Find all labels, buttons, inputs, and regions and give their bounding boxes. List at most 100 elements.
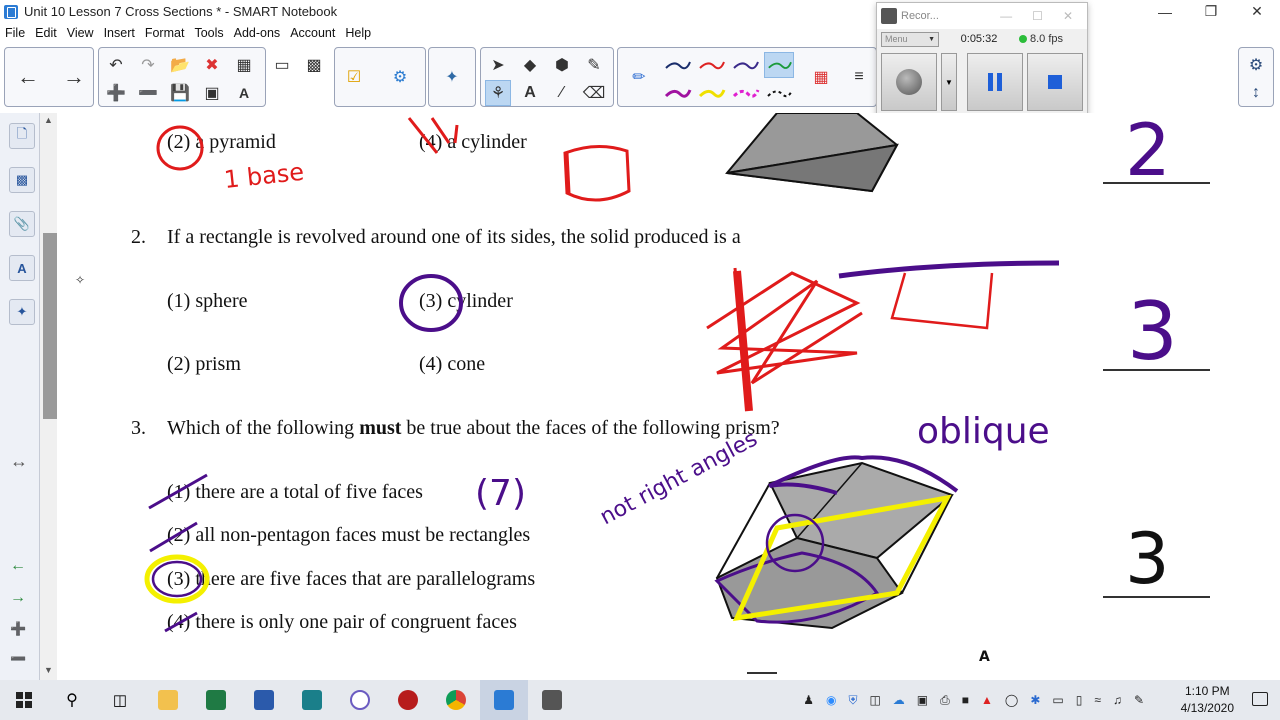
battery-icon[interactable]: ▯ bbox=[1076, 693, 1083, 707]
line-tool-icon[interactable]: ∕ bbox=[549, 80, 575, 106]
onedrive-icon[interactable]: ☁ bbox=[893, 693, 905, 707]
menu-view[interactable]: View bbox=[62, 26, 99, 40]
add-ons-puzzle-icon[interactable]: ✦ bbox=[439, 64, 465, 90]
pen-style-navy[interactable] bbox=[662, 52, 692, 78]
menu-insert[interactable]: Insert bbox=[99, 26, 140, 40]
menu-format[interactable]: Format bbox=[140, 26, 190, 40]
previous-page-arrow-icon[interactable]: ← bbox=[15, 64, 41, 90]
magic-pen-icon[interactable]: ✎ bbox=[581, 52, 607, 78]
search-icon[interactable]: ⚲ bbox=[48, 680, 96, 720]
smart-notebook-taskbar-icon[interactable] bbox=[480, 680, 528, 720]
menu-file[interactable]: File bbox=[0, 26, 30, 40]
text-format-icon[interactable]: A bbox=[231, 80, 257, 106]
publisher-icon[interactable] bbox=[288, 680, 336, 720]
response-icon[interactable]: ☑ bbox=[341, 64, 367, 90]
people-icon[interactable]: ♟ bbox=[803, 693, 814, 707]
menu-account[interactable]: Account bbox=[285, 26, 340, 40]
delete-page-icon[interactable]: ➖ bbox=[135, 80, 161, 106]
task-view-icon[interactable]: ◫ bbox=[96, 680, 144, 720]
record-options-button[interactable]: ▼ bbox=[941, 53, 957, 111]
start-button[interactable] bbox=[0, 680, 48, 720]
screen-shade-icon[interactable]: ▣ bbox=[199, 80, 225, 106]
pen-style-magenta[interactable] bbox=[662, 80, 692, 106]
open-file-icon[interactable]: 📂 bbox=[167, 52, 193, 78]
zoom-icon[interactable]: ◉ bbox=[826, 693, 836, 707]
settings-gear-icon[interactable]: ⚙ bbox=[1243, 52, 1269, 78]
media-player-icon[interactable] bbox=[384, 680, 432, 720]
volume-icon[interactable]: ♫ bbox=[1113, 693, 1122, 707]
file-explorer-icon[interactable] bbox=[144, 680, 192, 720]
resize-sidebar-icon[interactable]: ↔ bbox=[10, 451, 28, 472]
bluetooth-icon[interactable]: ✱ bbox=[1030, 693, 1040, 707]
add-ons-sidebar-icon[interactable]: ✦ bbox=[9, 299, 35, 325]
stop-button[interactable] bbox=[1027, 53, 1083, 111]
next-page-icon[interactable]: → bbox=[10, 589, 26, 607]
wifi-icon[interactable]: ≈ bbox=[1094, 693, 1101, 707]
restore-button[interactable]: ❐ bbox=[1188, 0, 1234, 23]
minimize-button[interactable]: — bbox=[1142, 0, 1188, 23]
pen-style-black-dashed[interactable] bbox=[764, 80, 794, 106]
defender-shield-icon[interactable]: ⛨ bbox=[848, 693, 857, 708]
pen-icon[interactable]: ✏ bbox=[626, 64, 652, 90]
taskbar-clock[interactable]: 1:10 PM 4/13/2020 bbox=[1181, 683, 1234, 717]
alert-icon[interactable]: ▲ bbox=[981, 693, 993, 707]
attachments-icon[interactable]: 📎 bbox=[9, 211, 35, 237]
recorder-close-icon[interactable]: ✕ bbox=[1063, 9, 1073, 23]
shapes-icon[interactable]: ◆ bbox=[517, 52, 543, 78]
scroll-down-icon[interactable]: ▼ bbox=[44, 665, 53, 675]
properties-icon[interactable]: A bbox=[9, 255, 35, 281]
geogebra-icon[interactable] bbox=[336, 680, 384, 720]
pen-style-pink-dashed[interactable] bbox=[730, 80, 760, 106]
pen-style-yellow[interactable] bbox=[696, 80, 726, 106]
recorder-taskbar-icon[interactable] bbox=[528, 680, 576, 720]
recorder-menu-dropdown[interactable]: Menu ▼ bbox=[881, 31, 939, 47]
pause-button[interactable] bbox=[967, 53, 1023, 111]
eraser-icon[interactable]: ⌫ bbox=[581, 80, 607, 106]
add-page-sidebar-icon[interactable]: ➕ bbox=[10, 621, 26, 637]
lab-activity-icon[interactable]: ⚙ bbox=[387, 64, 413, 90]
record-button[interactable] bbox=[881, 53, 937, 111]
printer-icon[interactable]: ⎙ bbox=[940, 693, 950, 708]
gallery-icon[interactable]: ▩ bbox=[9, 167, 35, 193]
app-tray-icon[interactable]: ■ bbox=[962, 693, 969, 707]
word-icon[interactable] bbox=[240, 680, 288, 720]
delete-icon[interactable]: ✖ bbox=[199, 52, 225, 78]
add-page-icon[interactable]: ➕ bbox=[103, 80, 129, 106]
menu-edit[interactable]: Edit bbox=[30, 26, 62, 40]
display-icon[interactable]: ▭ bbox=[1052, 693, 1063, 707]
pen-workspace-icon[interactable]: ✎ bbox=[1134, 693, 1144, 707]
menu-help[interactable]: Help bbox=[340, 26, 376, 40]
scrollbar-thumb[interactable] bbox=[43, 233, 57, 419]
fill-icon[interactable]: ⬢ bbox=[549, 52, 575, 78]
text-tool-icon[interactable]: A bbox=[517, 80, 543, 106]
network-drive-icon[interactable]: ◫ bbox=[869, 693, 880, 707]
notification-center-icon[interactable] bbox=[1252, 692, 1268, 706]
save-icon[interactable]: 💾 bbox=[167, 80, 193, 106]
menu-tools[interactable]: Tools bbox=[189, 26, 228, 40]
line-style-icon[interactable]: ≡ bbox=[846, 64, 872, 90]
dollar-icon[interactable]: ◯ bbox=[1005, 693, 1018, 707]
delete-page-sidebar-icon[interactable]: ➖ bbox=[10, 651, 26, 667]
recorder-minimize-icon[interactable]: — bbox=[1000, 9, 1012, 23]
table-icon[interactable]: ▦ bbox=[231, 52, 257, 78]
undo-icon[interactable]: ↶ bbox=[103, 52, 129, 78]
vertical-scrollbar[interactable]: ▲ ▼ bbox=[40, 113, 57, 680]
next-page-arrow-icon[interactable]: → bbox=[61, 64, 87, 90]
pen-style-purple[interactable] bbox=[730, 52, 760, 78]
screen-snip-icon[interactable]: ▣ bbox=[917, 693, 928, 707]
document-camera-icon[interactable]: ▩ bbox=[301, 52, 327, 78]
screen-capture-icon[interactable]: ▭ bbox=[269, 52, 295, 78]
redo-icon[interactable]: ↷ bbox=[135, 52, 161, 78]
recorder-maximize-icon[interactable]: ☐ bbox=[1032, 9, 1043, 23]
color-palette-icon[interactable]: ▦ bbox=[808, 64, 834, 90]
close-button[interactable]: ✕ bbox=[1234, 0, 1280, 23]
pen-style-green[interactable] bbox=[764, 52, 794, 78]
excel-icon[interactable] bbox=[192, 680, 240, 720]
previous-page-icon[interactable]: ← bbox=[10, 557, 26, 575]
measurement-tools-icon[interactable]: ⚘ bbox=[485, 80, 511, 106]
chrome-icon[interactable] bbox=[432, 680, 480, 720]
page-sorter-icon[interactable]: 🗋 bbox=[9, 123, 35, 149]
menu-add-ons[interactable]: Add-ons bbox=[229, 26, 286, 40]
toolbar-position-icon[interactable]: ↕ bbox=[1243, 80, 1269, 106]
select-arrow-icon[interactable]: ➤ bbox=[485, 52, 511, 78]
